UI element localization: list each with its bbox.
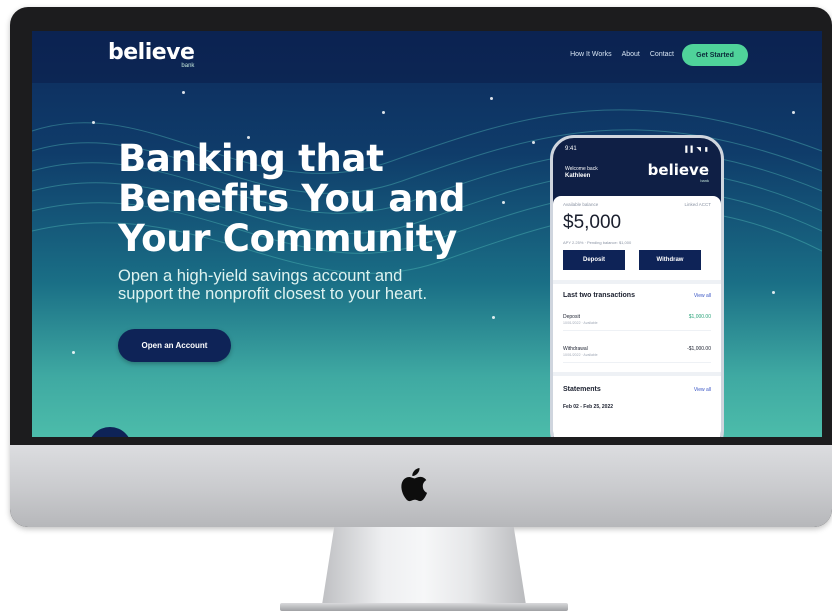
statements-view-all-link[interactable]: View all — [694, 387, 711, 393]
hero-subtitle-line: Open a high-yield savings account and — [118, 267, 403, 285]
transactions-title: Last two transactions — [563, 292, 635, 299]
star-decoration — [792, 111, 795, 114]
transaction-date: 10/01/2022 · Available — [563, 353, 598, 357]
section-divider — [553, 280, 721, 284]
site-navbar: believe bank How It Works About Contact … — [32, 31, 822, 83]
star-decoration — [72, 351, 75, 354]
transaction-row[interactable]: Deposit 10/01/2022 · Available $1,000.00 — [563, 314, 711, 331]
signal-battery-icon: ▐▐ ◥ ▮ — [683, 147, 709, 153]
phone-status-bar: 9:41 ▐▐ ◥ ▮ — [565, 146, 709, 153]
phone-logo-wordmark: believe — [647, 161, 709, 179]
statements-title: Statements — [563, 386, 601, 393]
statement-item[interactable]: Feb 02 - Feb 25, 2022 — [563, 404, 613, 410]
hero-title-line: Banking that — [118, 137, 384, 180]
get-started-button[interactable]: Get Started — [682, 44, 748, 66]
transaction-info: Withdrawal 10/01/2022 · Available — [563, 346, 598, 358]
imac-mockup: believe bank How It Works About Contact … — [0, 0, 832, 613]
site-logo[interactable]: believe bank — [108, 40, 195, 70]
hero-title-line: Your Community — [118, 217, 457, 260]
star-decoration — [92, 121, 95, 124]
logo-wordmark: believe — [108, 40, 195, 65]
star-decoration — [502, 201, 505, 204]
phone-app-body: Available balance Linked ACCT $5,000 APY… — [553, 196, 721, 437]
transaction-date: 10/01/2022 · Available — [563, 321, 598, 325]
nav-links: How It Works About Contact — [570, 51, 674, 58]
withdraw-button[interactable]: Withdraw — [639, 250, 701, 270]
monitor-frame: believe bank How It Works About Contact … — [10, 7, 832, 527]
section-divider — [553, 372, 721, 376]
account-label: Available balance — [563, 202, 599, 207]
star-decoration — [382, 111, 385, 114]
transactions-view-all-link[interactable]: View all — [694, 293, 711, 299]
balance-amount: $5,000 — [563, 212, 622, 233]
apy-info: APY 2.25% · Pending balance: $1,000 — [563, 240, 632, 245]
phone-greeting: Welcome back Kathleen — [565, 166, 598, 180]
website-screen: believe bank How It Works About Contact … — [32, 31, 822, 437]
star-decoration — [772, 291, 775, 294]
nav-link-contact[interactable]: Contact — [650, 51, 674, 58]
monitor-stand-base — [280, 603, 568, 611]
account-row: Available balance Linked ACCT — [563, 202, 711, 207]
star-decoration — [490, 97, 493, 100]
transaction-info: Deposit 10/01/2022 · Available — [563, 314, 598, 326]
transactions-header: Last two transactions View all — [563, 292, 711, 299]
hero-subtitle: Open a high-yield savings account and su… — [118, 267, 478, 303]
transaction-amount: -$1,000.00 — [687, 346, 711, 352]
star-decoration — [532, 141, 535, 144]
monitor-stand — [322, 527, 526, 605]
star-decoration — [182, 91, 185, 94]
deposit-button[interactable]: Deposit — [563, 250, 625, 270]
statements-header: Statements View all — [563, 386, 711, 393]
greeting-text: Welcome back — [565, 166, 598, 172]
phone-mockup: 9:41 ▐▐ ◥ ▮ Welcome back Kathleen believ… — [550, 135, 724, 437]
hero-title-line: Benefits You and — [118, 177, 466, 220]
user-name: Kathleen — [565, 173, 591, 179]
phone-time: 9:41 — [565, 146, 577, 152]
apple-logo-icon — [401, 468, 428, 502]
phone-logo: believe bank — [648, 162, 709, 183]
account-switcher[interactable]: Linked ACCT — [684, 202, 711, 207]
nav-link-how-it-works[interactable]: How It Works — [570, 51, 612, 58]
hero-title: Banking that Benefits You and Your Commu… — [118, 139, 498, 259]
star-decoration — [492, 316, 495, 319]
transaction-row[interactable]: Withdrawal 10/01/2022 · Available -$1,00… — [563, 346, 711, 363]
nav-link-about[interactable]: About — [622, 51, 640, 58]
hero-subtitle-line: support the nonprofit closest to your he… — [118, 285, 428, 303]
open-account-button[interactable]: Open an Account — [118, 329, 231, 362]
transaction-amount: $1,000.00 — [688, 314, 711, 320]
